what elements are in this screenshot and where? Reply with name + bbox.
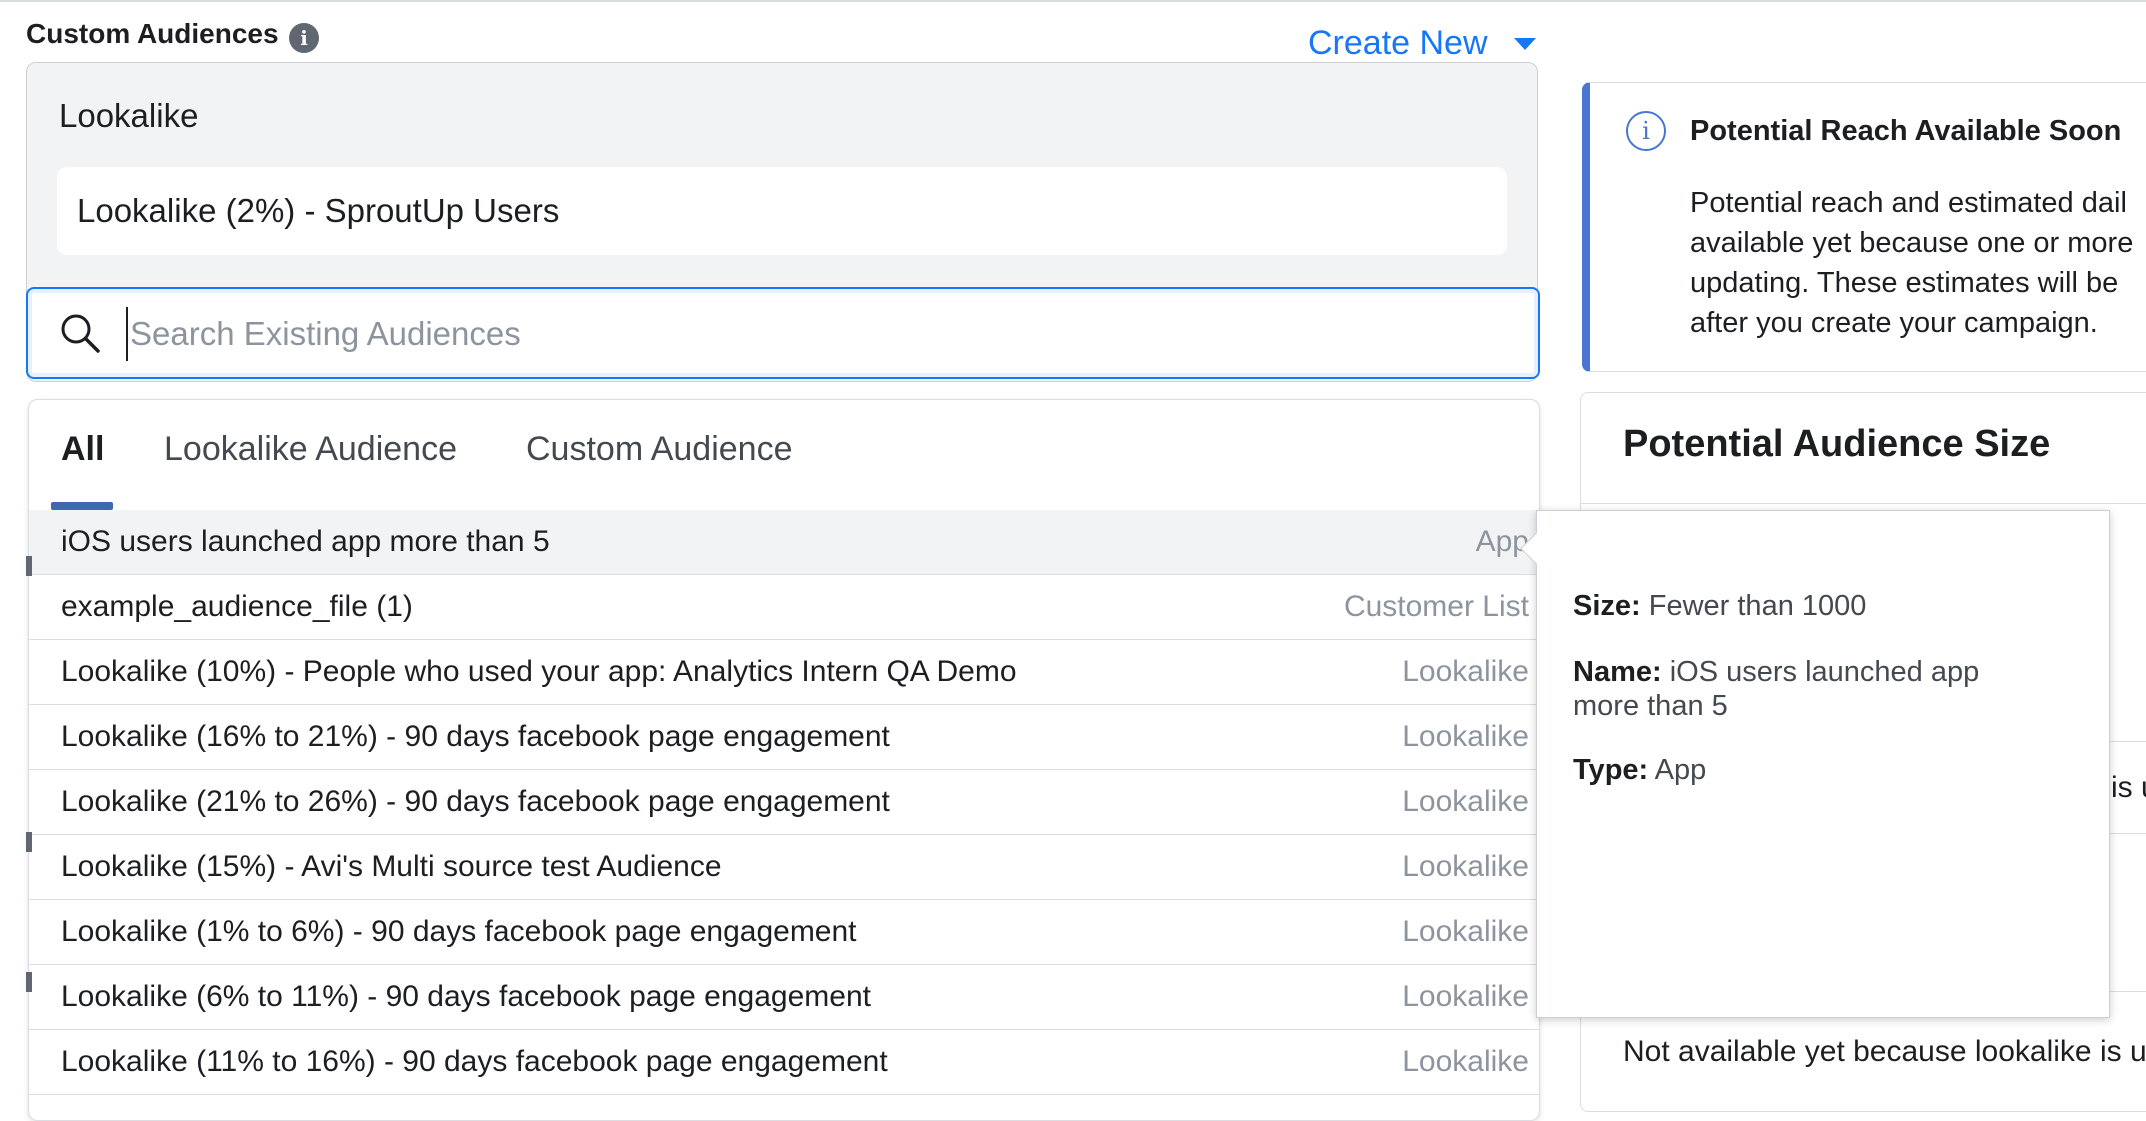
audience-tabs: All Lookalike Audience Custom Audience	[29, 400, 1539, 511]
tooltip-type-label: Type:	[1573, 754, 1649, 786]
audience-type: Lookalike	[1402, 785, 1529, 818]
audience-name: Lookalike (10%) - People who used your a…	[61, 655, 1017, 688]
size-card-title: Potential Audience Size	[1623, 423, 2051, 465]
info-icon[interactable]: i	[289, 23, 319, 53]
tooltip-size-label: Size:	[1573, 590, 1641, 622]
tooltip-type-value: App	[1654, 754, 1707, 786]
obscured-text-fragment	[26, 832, 32, 852]
search-icon	[61, 314, 100, 353]
audience-name: Lookalike (6% to 11%) - 90 days facebook…	[61, 980, 871, 1013]
selected-group-label: Lookalike	[59, 97, 199, 134]
info-circle-icon: i	[1626, 111, 1666, 151]
tab-lookalike-audience[interactable]: Lookalike Audience	[164, 430, 457, 469]
audience-name: example_audience_file (1)	[61, 590, 413, 623]
audience-type: Lookalike	[1402, 655, 1529, 688]
tab-custom-audience[interactable]: Custom Audience	[526, 430, 793, 469]
list-item[interactable]: Lookalike (6% to 11%) - 90 days facebook…	[29, 965, 1539, 1030]
tooltip-size-value: Fewer than 1000	[1648, 590, 1867, 622]
active-tab-indicator	[51, 502, 113, 510]
audience-name: Lookalike (15%) - Avi's Multi source tes…	[61, 850, 722, 883]
audience-type: Lookalike	[1402, 915, 1529, 948]
list-item[interactable]: example_audience_file (1) Customer List	[29, 575, 1539, 640]
list-item[interactable]: Lookalike (10%) - People who used your a…	[29, 640, 1539, 705]
audience-type: Lookalike	[1402, 850, 1529, 883]
audience-name: iOS users launched app more than 5	[61, 525, 550, 558]
audience-name: Lookalike (11% to 16%) - 90 days faceboo…	[61, 1045, 888, 1078]
audience-type: Lookalike	[1402, 1045, 1529, 1078]
audience-search-box[interactable]	[26, 287, 1540, 379]
tooltip-name: Name: iOS users launched app more than 5	[1573, 655, 2053, 723]
tooltip-name-label: Name:	[1573, 656, 1662, 688]
selected-audience-pill[interactable]: Lookalike (2%) - SproutUp Users	[57, 167, 1507, 255]
top-divider	[0, 0, 2146, 2]
notice-title: Potential Reach Available Soon	[1690, 115, 2122, 147]
list-item[interactable]: Lookalike (21% to 26%) - 90 days faceboo…	[29, 770, 1539, 835]
obscured-text-fragment: is u	[2111, 771, 2146, 804]
create-new-button[interactable]: Create New	[1308, 24, 1536, 63]
audience-list: iOS users launched app more than 5 App ex…	[29, 510, 1539, 1095]
notice-line: Potential reach and estimated dail	[1690, 187, 2127, 219]
list-item[interactable]: Lookalike (1% to 6%) - 90 days facebook …	[29, 900, 1539, 965]
notice-line: updating. These estimates will be	[1690, 267, 2119, 299]
caret-down-icon	[1513, 37, 1536, 50]
list-item[interactable]: Lookalike (15%) - Avi's Multi source tes…	[29, 835, 1539, 900]
notice-line: after you create your campaign.	[1690, 307, 2098, 339]
audience-details-tooltip: Size: Fewer than 1000 Name: iOS users la…	[1520, 510, 2110, 1018]
tooltip-size: Size: Fewer than 1000	[1573, 589, 2053, 623]
list-item[interactable]: Lookalike (16% to 21%) - 90 days faceboo…	[29, 705, 1539, 770]
audience-dropdown: All Lookalike Audience Custom Audience i…	[28, 399, 1540, 1121]
size-card-footer: Not available yet because lookalike is u…	[1623, 1035, 2146, 1068]
obscured-text-fragment	[26, 972, 32, 992]
tooltip-type: Type: App	[1573, 753, 2053, 787]
divider	[1581, 503, 2146, 504]
audience-type: Lookalike	[1402, 980, 1529, 1013]
obscured-text-fragment	[26, 556, 32, 576]
audience-type: App	[1475, 525, 1529, 558]
audience-type: Lookalike	[1402, 720, 1529, 753]
selected-audience-label: Lookalike (2%) - SproutUp Users	[77, 192, 560, 229]
list-item[interactable]: Lookalike (11% to 16%) - 90 days faceboo…	[29, 1030, 1539, 1095]
audience-name: Lookalike (1% to 6%) - 90 days facebook …	[61, 915, 857, 948]
create-new-label: Create New	[1308, 24, 1488, 62]
audience-name: Lookalike (16% to 21%) - 90 days faceboo…	[61, 720, 890, 753]
audience-name: Lookalike (21% to 26%) - 90 days faceboo…	[61, 785, 890, 818]
section-title: Custom Audiences	[26, 18, 279, 49]
potential-reach-notice: i Potential Reach Available Soon Potenti…	[1582, 82, 2146, 372]
notice-body: Potential reach and estimated dail avail…	[1690, 183, 2146, 343]
tab-all[interactable]: All	[61, 430, 104, 469]
list-item[interactable]: iOS users launched app more than 5 App	[29, 510, 1539, 575]
search-input[interactable]	[126, 307, 1512, 361]
audience-type: Customer List	[1343, 590, 1529, 623]
notice-line: available yet because one or more	[1690, 227, 2134, 259]
